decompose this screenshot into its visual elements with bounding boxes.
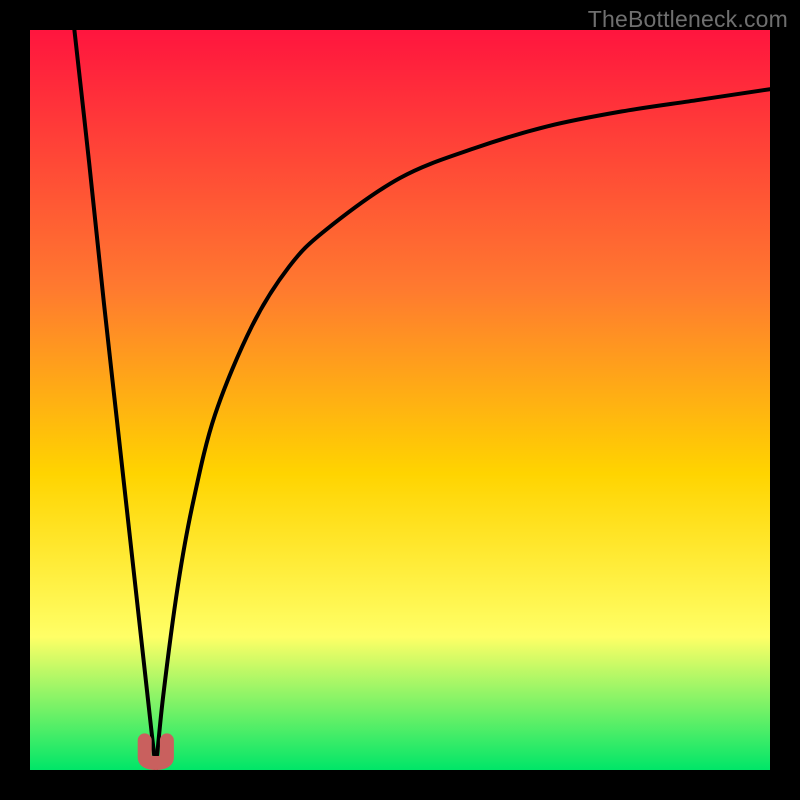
plot-area <box>30 30 770 770</box>
gradient-bg <box>30 30 770 770</box>
plot-svg <box>30 30 770 770</box>
chart-frame: TheBottleneck.com <box>0 0 800 800</box>
watermark-text: TheBottleneck.com <box>588 6 788 33</box>
